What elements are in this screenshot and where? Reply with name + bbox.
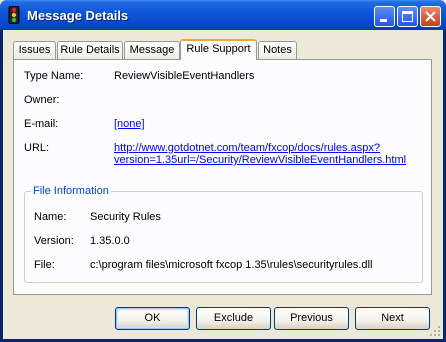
minimize-icon [380, 19, 387, 22]
next-button[interactable]: Next [355, 307, 430, 330]
type-name-value: ReviewVisibleEventHandlers [114, 70, 255, 82]
tab-label: Notes [263, 44, 292, 56]
version-value: 1.35.0.0 [90, 235, 130, 247]
dialog-client-area: Issues Rule Details Message Rule Support… [3, 30, 443, 339]
file-path-label: File: [34, 259, 55, 271]
tab-rule-details[interactable]: Rule Details [57, 41, 123, 60]
tab-label: Rule Details [60, 44, 120, 56]
version-label: Version: [34, 235, 74, 247]
maximize-icon [402, 11, 413, 22]
tab-rule-support[interactable]: Rule Support [180, 39, 257, 60]
tab-label: Message [129, 44, 175, 56]
window-title: Message Details [27, 8, 129, 23]
message-details-window: Message Details Issues Rule Details Mess… [0, 0, 446, 342]
tab-label: Rule Support [186, 43, 251, 55]
file-path-value: c:\program files\microsoft fxcop 1.35\ru… [90, 259, 373, 271]
maximize-button[interactable] [397, 6, 418, 27]
previous-button[interactable]: Previous [274, 307, 349, 330]
file-information-group: File Information Name: Security Rules Ve… [24, 185, 423, 283]
file-name-label: Name: [34, 211, 67, 223]
file-information-title: File Information [31, 185, 111, 197]
tab-notes[interactable]: Notes [258, 41, 297, 60]
url-link-line-1[interactable]: http://www.gotdotnet.com/team/fxcop/docs… [114, 142, 380, 154]
tab-message[interactable]: Message [124, 41, 180, 60]
close-icon [425, 11, 436, 22]
url-link-line-2[interactable]: version=1.35url=/Security/ReviewVisibleE… [114, 154, 406, 166]
file-name-value: Security Rules [90, 211, 161, 223]
tab-label: Issues [18, 44, 51, 56]
rule-support-panel: Type Name: ReviewVisibleEventHandlers Ow… [13, 59, 432, 295]
minimize-button[interactable] [374, 6, 395, 27]
traffic-light-icon [8, 6, 20, 24]
owner-label: Owner: [24, 94, 60, 106]
ok-button[interactable]: OK [115, 307, 190, 330]
resize-grip-icon[interactable] [429, 325, 441, 337]
email-link[interactable]: [none] [114, 118, 145, 130]
exclude-button[interactable]: Exclude [196, 307, 271, 330]
close-button[interactable] [420, 6, 441, 27]
tab-issues[interactable]: Issues [13, 41, 56, 60]
url-label: URL: [24, 142, 50, 154]
title-bar[interactable]: Message Details [0, 0, 446, 30]
email-label: E-mail: [24, 118, 59, 130]
type-name-label: Type Name: [24, 70, 84, 82]
